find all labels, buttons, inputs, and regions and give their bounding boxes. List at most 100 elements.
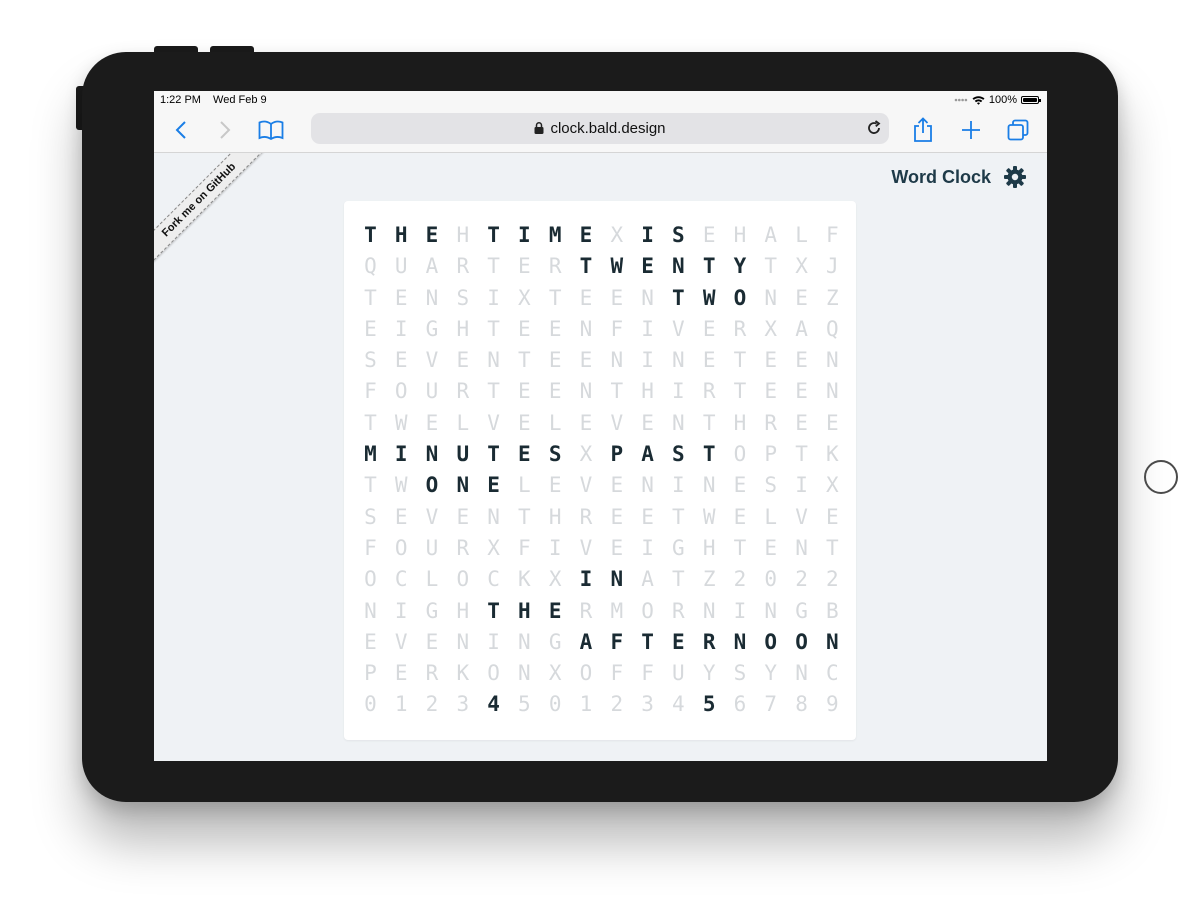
clock-letter: 4 [487,692,500,717]
clock-letter: E [826,410,839,435]
clock-letter: O [733,442,747,467]
clock-letter: Z [702,567,716,592]
clock-letter: 1 [579,692,593,717]
clock-letter: E [425,629,439,654]
clock-letter: E [764,379,778,404]
clock-letter: E [795,285,808,310]
back-icon[interactable] [166,115,196,145]
clock-letter: T [672,285,685,310]
clock-letter: X [518,285,531,310]
clock-letter: T [548,285,562,310]
clock-letter: E [518,379,531,404]
clock-letter: 6 [733,692,747,717]
clock-letter: V [425,504,439,529]
browser-toolbar: clock.bald.design [154,109,1047,153]
clock-letter: R [702,629,716,654]
clock-letter: R [456,379,470,404]
clock-letter: T [487,379,500,404]
share-icon[interactable] [908,115,938,145]
home-button[interactable] [1144,460,1178,494]
clock-letter: 2 [610,692,624,717]
clock-letter: P [364,661,377,686]
clock-letter: E [548,316,562,341]
lock-icon [534,122,544,134]
clock-letter: X [610,223,624,247]
bookmarks-icon[interactable] [256,115,286,145]
battery-percent: 100% [988,94,1017,106]
clock-letter: T [364,285,377,310]
clock-letter: O [456,567,470,592]
clock-letter: N [672,254,685,279]
clock-letter: N [641,473,654,498]
clock-letter: R [425,661,439,686]
clock-letter: L [518,473,531,498]
clock-letter: E [610,473,624,498]
clock-letter: E [764,535,778,560]
reload-icon[interactable] [865,119,883,142]
clock-letter: 3 [641,692,654,717]
clock-letter: G [795,598,808,623]
address-bar[interactable]: clock.bald.design [311,113,889,144]
clock-letter: E [548,379,562,404]
clock-letter: H [548,504,562,529]
clock-letter: N [672,348,685,373]
clock-letter: W [702,285,716,310]
word-clock-grid: THEHTIMEXISEHALFQUARTERTWENTYTXJTENSIXTE… [355,220,848,721]
clock-letter: E [518,410,531,435]
new-tab-icon[interactable] [956,115,986,145]
clock-letter: W [394,410,408,435]
screen: 1:22 PM Wed Feb 9 100% clock.bald.design… [154,91,1047,761]
clock-letter: O [641,598,654,623]
clock-letter: X [795,254,808,279]
clock-letter: A [425,254,439,279]
clock-letter: T [518,348,531,373]
clock-letter: 8 [795,692,808,717]
clock-letter: N [579,316,593,341]
clock-letter: G [672,535,685,560]
clock-letter: 1 [394,692,408,717]
page-title: Word Clock [891,167,991,187]
clock-letter: R [702,379,716,404]
clock-letter: I [641,316,654,341]
clock-letter: O [394,535,408,560]
clock-letter: N [425,285,439,310]
clock-letter: T [579,254,593,279]
clock-letter: S [364,348,377,373]
clock-letter: N [487,348,500,373]
clock-letter: I [641,223,654,247]
clock-letter: H [456,223,470,247]
tabs-icon[interactable] [1003,115,1033,145]
clock-letter: U [394,254,408,279]
clock-letter: H [733,223,747,247]
clock-letter: 4 [672,692,685,717]
clock-letter: M [610,598,624,623]
clock-letter: N [425,442,439,467]
clock-letter: V [610,410,624,435]
clock-letter: E [364,629,377,654]
clock-letter: O [579,661,593,686]
clock-letter: 2 [733,567,747,592]
clock-letter: A [795,316,808,341]
clock-letter: E [795,410,808,435]
clock-letter: E [764,348,778,373]
clock-letter: N [487,504,500,529]
clock-letter: O [394,379,408,404]
forward-icon[interactable] [210,115,240,145]
clock-letter: T [487,254,500,279]
fork-me-ribbon[interactable]: Fork me on GitHub [154,153,274,275]
clock-letter: E [702,316,716,341]
clock-letter: A [641,442,654,467]
clock-letter: T [672,567,685,592]
clock-letter: T [702,442,716,467]
clock-letter: T [733,348,747,373]
clock-letter: N [826,629,839,654]
clock-letter: K [826,442,839,467]
gear-icon[interactable] [1003,165,1027,189]
clock-letter: T [487,442,500,467]
clock-letter: R [672,598,685,623]
clock-letter: E [610,285,624,310]
clock-letter: N [702,598,716,623]
clock-letter: 2 [425,692,439,717]
clock-letter: T [487,598,500,623]
clock-letter: X [826,473,839,498]
